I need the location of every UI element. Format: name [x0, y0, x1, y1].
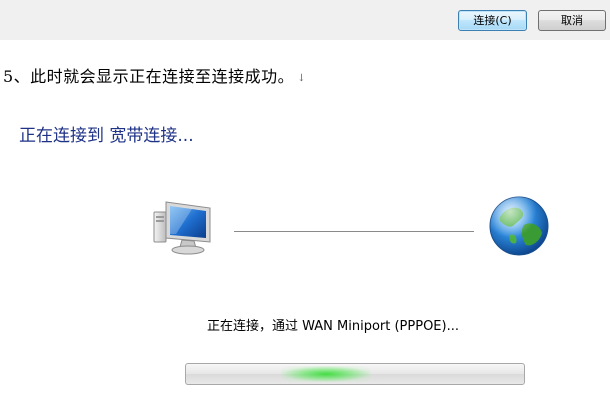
connection-status: 正在连接，通过 WAN Miniport (PPPOE)...	[207, 319, 459, 334]
progress-marquee	[281, 366, 371, 382]
cancel-button[interactable]: 取消	[538, 10, 606, 31]
connection-line	[234, 231, 474, 232]
connect-button[interactable]: 连接(C)	[458, 10, 527, 31]
globe-icon	[489, 196, 549, 256]
paragraph-mark: ↓	[297, 73, 307, 84]
computer-icon	[153, 201, 211, 255]
dialog-button-bar: 连接(C) 取消	[0, 0, 610, 40]
step-text: 5、此时就会显示正在连接至连接成功。	[3, 67, 295, 86]
document-step-text: 5、此时就会显示正在连接至连接成功。 ↓	[3, 63, 306, 87]
progress-bar	[185, 363, 525, 385]
dialog-title: 正在连接到 宽带连接...	[19, 126, 194, 146]
